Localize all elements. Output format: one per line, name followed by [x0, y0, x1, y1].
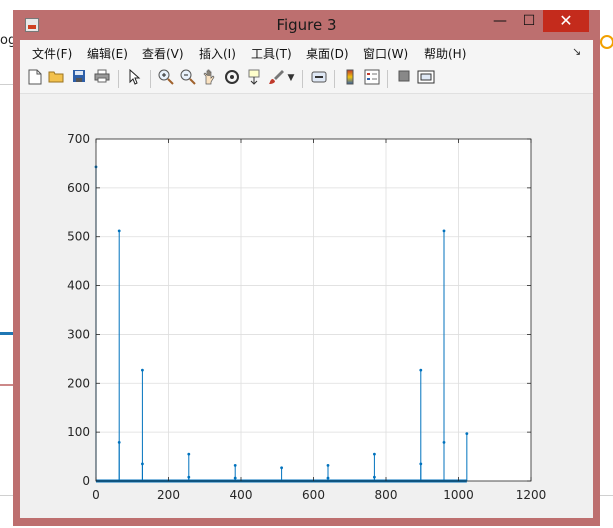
toolbar: ▼	[20, 64, 593, 94]
minimize-button[interactable]: —	[486, 10, 514, 32]
y-tick-label: 700	[67, 132, 90, 146]
stem-marker	[326, 463, 330, 467]
menu-window[interactable]: 窗口(W)	[363, 45, 408, 62]
stem-marker	[442, 229, 446, 233]
x-tick-label: 400	[230, 488, 253, 502]
y-tick-label: 100	[67, 425, 90, 439]
background-refresh-icon	[600, 35, 613, 49]
link-plot-icon[interactable]	[310, 69, 328, 87]
save-icon[interactable]	[70, 69, 88, 87]
x-tick-label: 200	[157, 488, 180, 502]
menu-insert[interactable]: 插入(I)	[199, 45, 236, 62]
stem-marker	[141, 368, 144, 372]
new-file-icon[interactable]	[26, 69, 44, 87]
zoom-in-icon[interactable]	[157, 69, 175, 87]
menu-file[interactable]: 文件(F)	[32, 45, 72, 62]
figure-client-area: 文件(F) 编辑(E) 查看(V) 插入(I) 工具(T) 桌面(D) 窗口(W…	[20, 40, 593, 518]
menu-desktop[interactable]: 桌面(D)	[306, 45, 349, 62]
y-tick-label: 300	[67, 327, 90, 341]
stem-marker	[465, 432, 469, 436]
x-tick-label: 600	[302, 488, 325, 502]
pan-hand-icon[interactable]	[201, 69, 219, 87]
rotate-3d-icon[interactable]	[223, 69, 241, 87]
show-plot-tools-icon[interactable]	[417, 69, 435, 87]
stem-plot[interactable]: 0 200 400 600 800 1000 1200 0 100 200 300 400 500 600…	[20, 94, 593, 518]
y-tick-label: 400	[67, 279, 90, 293]
menu-view[interactable]: 查看(V)	[142, 45, 184, 62]
figure-window: Figure 3 — ☐ ✕ 文件(F) 编辑(E) 查看(V) 插入(I) 工…	[13, 10, 600, 526]
legend-icon[interactable]	[363, 69, 381, 87]
stem-marker	[141, 462, 144, 466]
brush-icon[interactable]	[267, 69, 285, 87]
menu-overflow-icon[interactable]: ↘	[572, 45, 581, 58]
stem-marker	[326, 476, 330, 480]
brush-dropdown-icon[interactable]: ▼	[286, 69, 296, 87]
menu-help[interactable]: 帮助(H)	[424, 45, 466, 62]
stem-marker	[280, 466, 283, 470]
stem-marker	[419, 368, 423, 372]
select-arrow-icon[interactable]	[126, 68, 144, 87]
stem-marker	[233, 476, 237, 480]
menu-bar: 文件(F) 编辑(E) 查看(V) 插入(I) 工具(T) 桌面(D) 窗口(W…	[20, 40, 593, 64]
stem-marker	[187, 452, 191, 456]
toolbar-separator	[387, 70, 388, 88]
toolbar-separator	[302, 70, 303, 88]
x-tick-label: 0	[92, 488, 100, 502]
maximize-button[interactable]: ☐	[515, 10, 543, 32]
hide-plot-tools-icon[interactable]	[395, 69, 413, 87]
data-cursor-icon[interactable]	[245, 69, 263, 87]
x-tick-label: 800	[375, 488, 398, 502]
zoom-out-icon[interactable]	[179, 69, 197, 87]
y-tick-label: 600	[67, 181, 90, 195]
stem-marker	[373, 475, 376, 479]
menu-tools[interactable]: 工具(T)	[251, 45, 292, 62]
open-folder-icon[interactable]	[47, 69, 65, 87]
stem-marker	[419, 462, 423, 466]
x-tick-label: 1200	[516, 488, 547, 502]
stem-marker	[117, 229, 121, 233]
x-tick-label: 1000	[443, 488, 474, 502]
toolbar-separator	[118, 70, 119, 88]
stem-marker	[187, 475, 191, 479]
menu-edit[interactable]: 编辑(E)	[87, 45, 128, 62]
stem-marker	[117, 441, 121, 444]
title-bar[interactable]: Figure 3 — ☐ ✕	[13, 10, 600, 40]
y-tick-label: 0	[82, 474, 90, 488]
colorbar-icon[interactable]	[341, 69, 359, 87]
print-icon[interactable]	[93, 69, 111, 87]
close-button[interactable]: ✕	[543, 10, 589, 32]
stem-marker	[442, 441, 446, 444]
stem-marker	[373, 452, 376, 456]
toolbar-separator	[150, 70, 151, 88]
y-tick-label: 200	[67, 376, 90, 390]
stem-marker	[233, 463, 237, 467]
toolbar-separator	[334, 70, 335, 88]
y-tick-label: 500	[67, 230, 90, 244]
